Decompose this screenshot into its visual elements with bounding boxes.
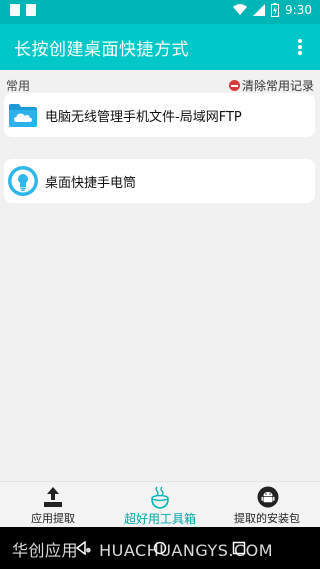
menu-dot-icon bbox=[298, 45, 302, 49]
tab-label: 应用提取 bbox=[31, 512, 75, 525]
menu-dot-icon bbox=[298, 51, 302, 55]
shortcut-label: 电脑无线管理手机文件-局域网FTP bbox=[45, 109, 242, 125]
wifi-icon bbox=[233, 4, 248, 16]
watermark: 华创应用 • HUACHUANGYS.COM bbox=[12, 541, 274, 560]
tab-app-extract[interactable]: 应用提取 bbox=[0, 482, 106, 528]
notification-icon bbox=[26, 4, 36, 16]
cloud-folder-icon bbox=[9, 104, 37, 127]
clear-history-label: 清除常用记录 bbox=[241, 79, 314, 93]
status-time: 9:30 bbox=[285, 3, 312, 17]
tab-label: 提取的安装包 bbox=[234, 512, 300, 525]
status-bar: 9:30 bbox=[0, 0, 320, 24]
lightbulb-icon bbox=[8, 166, 38, 196]
tab-label: 超好用工具箱 bbox=[123, 512, 196, 526]
stop-icon bbox=[228, 80, 240, 91]
menu-dot-icon bbox=[298, 39, 302, 43]
signal-icon bbox=[253, 4, 266, 16]
shortcut-label: 桌面快捷手电筒 bbox=[45, 175, 137, 191]
toolbox-icon bbox=[151, 486, 169, 509]
upload-icon bbox=[44, 487, 62, 507]
app-bar: 长按创建桌面快捷方式 bbox=[0, 24, 320, 70]
status-indicators: 9:30 bbox=[233, 3, 312, 17]
battery-icon bbox=[271, 3, 280, 17]
clear-history-button[interactable]: 清除常用记录 bbox=[228, 77, 314, 94]
bottom-navigation: 应用提取 超好用工具箱 提取的安装包 bbox=[0, 481, 320, 527]
tab-extracted-packages[interactable]: 提取的安装包 bbox=[214, 482, 320, 528]
overflow-menu-button[interactable] bbox=[290, 37, 310, 57]
section-label: 常用 bbox=[6, 79, 31, 93]
app-title: 长按创建桌面快捷方式 bbox=[14, 40, 189, 60]
shortcut-item-flashlight[interactable]: 桌面快捷手电筒 bbox=[4, 159, 315, 203]
sd-card-icon bbox=[10, 4, 20, 16]
shortcut-item-ftp[interactable]: 电脑无线管理手机文件-局域网FTP bbox=[4, 93, 315, 137]
notification-icons bbox=[10, 4, 36, 16]
section-header: 常用 清除常用记录 bbox=[0, 74, 320, 94]
system-navigation-bar: 华创应用 • HUACHUANGYS.COM bbox=[0, 527, 320, 569]
tab-toolbox[interactable]: 超好用工具箱 bbox=[107, 482, 213, 528]
android-icon bbox=[257, 486, 279, 508]
